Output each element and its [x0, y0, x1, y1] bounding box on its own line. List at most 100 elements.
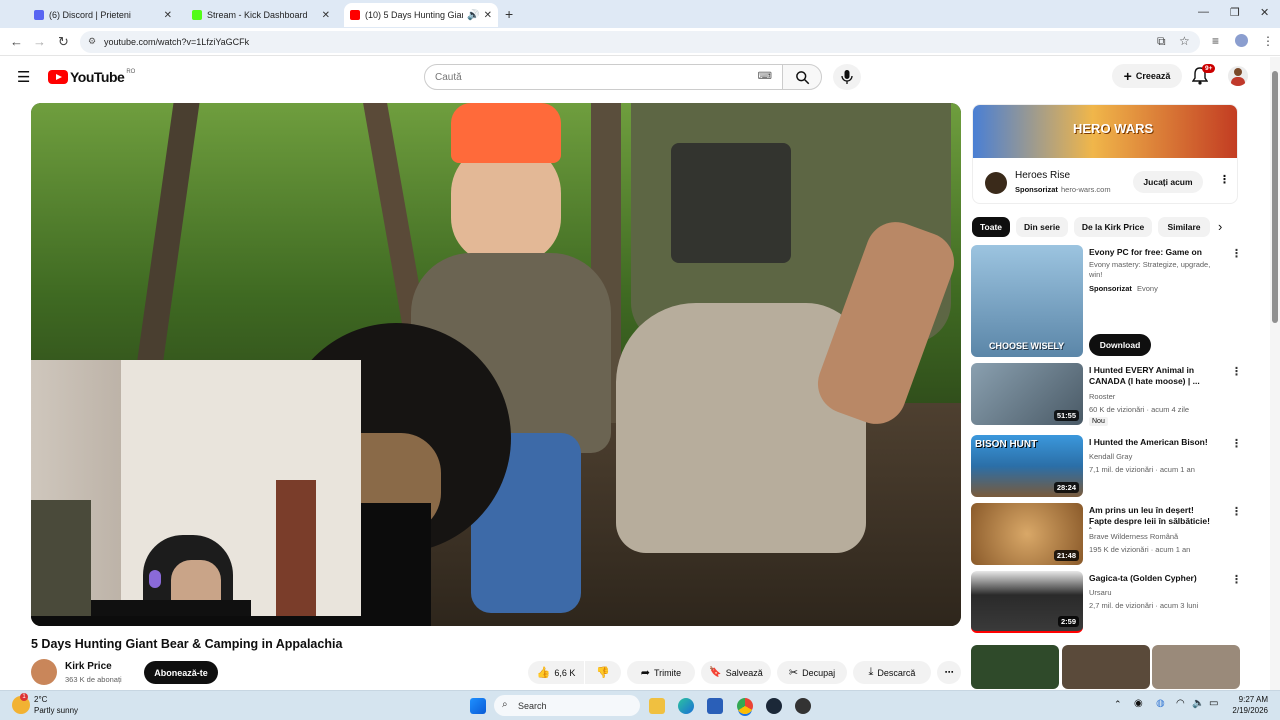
related-video[interactable]: BISON HUNT 28:24 I Hunted the American B…	[971, 435, 1242, 499]
maximize-button[interactable]: ❐	[1230, 6, 1240, 19]
speaker-icon[interactable]: 🔊	[467, 10, 479, 21]
search-input[interactable]: Caută ⌨	[424, 64, 783, 90]
tab-youtube[interactable]: (10) 5 Days Hunting Giant B 🔊 ✕	[344, 3, 498, 27]
account-avatar[interactable]	[1228, 66, 1248, 86]
channel-name[interactable]: Brave Wilderness Română	[1089, 532, 1178, 541]
like-button[interactable]: 👍 6,6 K	[528, 661, 584, 684]
related-video[interactable]: 21:48 Am prins un leu în deșert! Fapte d…	[971, 503, 1242, 567]
related-video[interactable]: 51:55 I Hunted EVERY Animal in CANADA (I…	[971, 363, 1242, 427]
tray-app-icon[interactable]: ◉	[1134, 698, 1143, 709]
new-tab-button[interactable]: +	[505, 6, 513, 22]
minimize-button[interactable]: —	[1198, 6, 1209, 18]
window-close-button[interactable]: ✕	[1260, 6, 1269, 19]
site-info-icon[interactable]: ⚙	[88, 36, 96, 47]
clock-time[interactable]: 9:27 AM	[1232, 695, 1268, 704]
obs-icon[interactable]	[795, 698, 811, 714]
more-options-icon[interactable]: ⋮	[1231, 247, 1242, 260]
tab-discord[interactable]: (6) Discord | Prieteni ✕	[28, 3, 178, 27]
tray-chevron-icon[interactable]: ⌃	[1114, 699, 1122, 710]
search-button[interactable]	[782, 64, 822, 90]
more-options-icon[interactable]: ⋮	[1231, 437, 1242, 450]
headset-icon	[149, 570, 161, 588]
store-icon[interactable]	[707, 698, 723, 714]
hamburger-menu-icon[interactable]: ☰	[17, 68, 30, 86]
keyboard-icon[interactable]: ⌨	[758, 71, 772, 82]
chip-series[interactable]: Din serie	[1016, 217, 1068, 237]
share-button[interactable]: ➦ Trimite	[627, 661, 695, 684]
subscribe-button[interactable]: Abonează-te	[144, 661, 218, 684]
install-icon[interactable]: ⧉	[1157, 34, 1166, 49]
chip-all[interactable]: Toate	[972, 217, 1010, 237]
steam-icon[interactable]	[766, 698, 782, 714]
ad-domain: hero-wars.com	[1061, 185, 1111, 194]
thumbs-down-icon: 👎	[596, 667, 610, 679]
voice-search-button[interactable]	[833, 64, 861, 90]
youtube-logo[interactable]: YouTube RO	[48, 69, 135, 85]
channel-name[interactable]: Rooster	[1089, 392, 1115, 401]
close-icon[interactable]: ✕	[484, 10, 492, 21]
tab-kick[interactable]: Stream - Kick Dashboard ✕	[186, 3, 336, 27]
thumbnail[interactable]: 21:48	[971, 503, 1083, 565]
ad-menu-icon[interactable]: ⋮	[1219, 173, 1230, 186]
related-video[interactable]: 2:59 Gagica-ta (Golden Cypher) Ursaru 2,…	[971, 571, 1242, 635]
clock-date[interactable]: 2/19/2026	[1228, 706, 1268, 715]
reload-button[interactable]: ↻	[58, 34, 69, 50]
chip-from-channel[interactable]: De la Kirk Price	[1074, 217, 1152, 237]
browser-menu-icon[interactable]: ⋮	[1262, 34, 1274, 48]
thumbnail[interactable]: 2:59	[971, 571, 1083, 633]
create-button[interactable]: + Creează	[1112, 64, 1182, 88]
save-button[interactable]: 🔖 Salvează	[701, 661, 771, 684]
channel-name[interactable]: Ursaru	[1089, 588, 1112, 597]
dislike-button[interactable]: 👎	[585, 661, 621, 684]
chrome-icon[interactable]	[737, 698, 753, 714]
video-title: I Hunted EVERY Animal in CANADA (I hate …	[1089, 365, 1200, 386]
bookmark-star-icon[interactable]: ☆	[1179, 34, 1190, 48]
download-button[interactable]: ⤓ Descarcă	[853, 661, 931, 684]
edge-icon[interactable]	[678, 698, 694, 714]
file-explorer-icon[interactable]	[649, 698, 665, 714]
video-player[interactable]	[31, 103, 961, 626]
ad-cta-button[interactable]: Jucați acum	[1133, 171, 1203, 193]
thumbs-up-icon: 👍	[536, 667, 551, 679]
more-options-icon[interactable]: ⋮	[1231, 573, 1242, 586]
thumbnail[interactable]: CHOOSE WISELY	[971, 245, 1083, 357]
video-meta: 2,7 mil. de vizionări · acum 3 luni	[1089, 601, 1199, 610]
clip-button[interactable]: ✂ Decupaj	[777, 661, 847, 684]
taskbar-search-label: Search	[518, 700, 547, 711]
back-button[interactable]: ←	[10, 34, 23, 49]
scroll-thumb[interactable]	[1272, 71, 1278, 323]
subscriber-count: 363 K de abonați	[65, 675, 122, 684]
close-icon[interactable]: ✕	[322, 10, 330, 21]
more-actions-button[interactable]: ⋯	[937, 661, 961, 684]
thumbnail[interactable]: BISON HUNT 28:24	[971, 435, 1083, 497]
more-options-icon[interactable]: ⋮	[1231, 365, 1242, 378]
chip-related[interactable]: Similare	[1158, 217, 1210, 237]
channel-name[interactable]: Kendall Gray	[1089, 452, 1132, 461]
close-icon[interactable]: ✕	[164, 10, 172, 21]
notifications-button[interactable]: 9+	[1191, 64, 1216, 90]
tray-app-icon[interactable]: ◍	[1156, 698, 1165, 709]
channel-avatar[interactable]	[31, 659, 57, 685]
chevron-right-icon[interactable]: ›	[1218, 219, 1222, 234]
channel-name[interactable]: Kirk Price	[65, 661, 112, 672]
url-bar[interactable]: ⚙ youtube.com/watch?v=1LfziYaGCFk	[80, 31, 1200, 53]
windows-start-icon[interactable]	[470, 698, 486, 714]
short-thumbnail[interactable]	[1152, 645, 1240, 689]
short-thumbnail[interactable]	[971, 645, 1059, 689]
weather-temp: 2°C	[34, 695, 48, 704]
ad-banner[interactable]: HERO WARS	[973, 105, 1237, 158]
sponsored-ad-card[interactable]: HERO WARS Heroes Rise Sponsorizat hero-w…	[972, 104, 1238, 204]
thumbnail[interactable]: 51:55	[971, 363, 1083, 425]
reading-list-icon[interactable]: ≡	[1212, 34, 1219, 48]
wifi-icon[interactable]: ◠	[1176, 698, 1185, 709]
volume-icon[interactable]: 🔈	[1192, 698, 1204, 709]
forward-button[interactable]: →	[33, 34, 46, 49]
download-cta-button[interactable]: Download	[1089, 334, 1151, 356]
short-thumbnail[interactable]	[1062, 645, 1150, 689]
taskbar-search[interactable]: ⌕ Search	[494, 695, 640, 716]
page-scrollbar[interactable]	[1270, 57, 1280, 690]
more-options-icon[interactable]: ⋮	[1231, 505, 1242, 518]
battery-icon[interactable]: ▭	[1209, 698, 1218, 709]
profile-avatar[interactable]	[1235, 34, 1248, 47]
related-ad-evony[interactable]: CHOOSE WISELY Evony PC for free: Game on…	[971, 245, 1242, 357]
